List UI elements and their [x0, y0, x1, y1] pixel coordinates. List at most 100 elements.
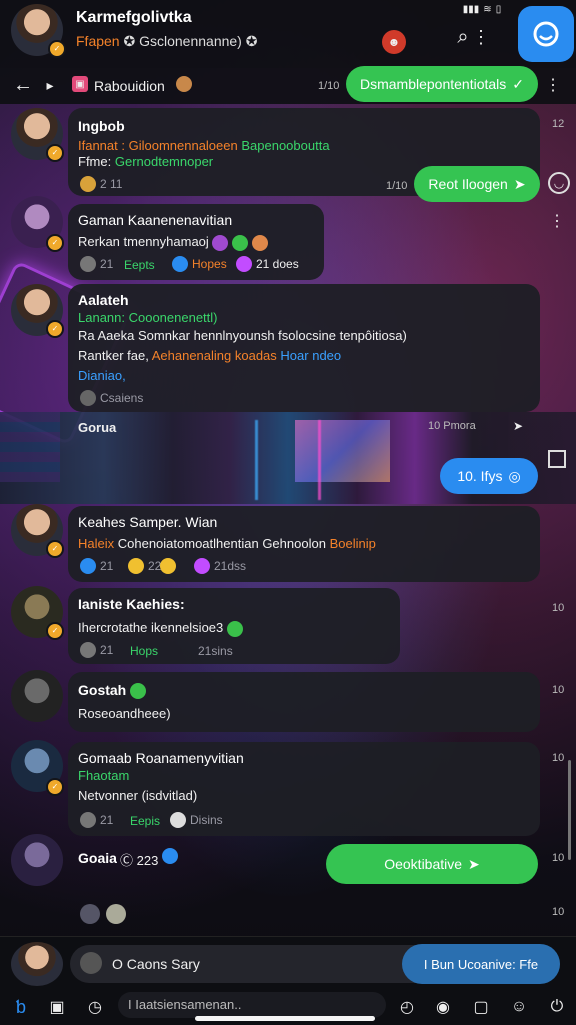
message-bubble[interactable]	[68, 672, 540, 732]
message-text: Dianiao,	[78, 368, 126, 383]
online-badge: ✓	[46, 320, 64, 338]
read-icon: ◎	[508, 467, 521, 484]
message-text: Ifannat : Giloomnennaloeen Bapenooboutta	[78, 138, 330, 153]
message-text: Ra Aaeka Somnkar hennlnyounsh fsolocsine…	[78, 328, 407, 343]
sender-name: Gostah	[78, 682, 147, 700]
power-icon[interactable]: ⏻	[546, 996, 568, 1018]
reaction-chip[interactable]	[160, 558, 180, 574]
sent-message[interactable]: 10. Ifys ◎	[440, 458, 538, 494]
calendar-icon[interactable]: ▣	[46, 996, 68, 1018]
message-text: Rerkan tmennyhamaoj	[78, 234, 268, 251]
send-button[interactable]: I Bun Ucoanive: Ffe	[402, 944, 560, 984]
emoji-icon[interactable]: ☺	[508, 996, 530, 1018]
reaction-chip[interactable]: 21	[80, 812, 113, 828]
sender-name: Gomaab Roanamenyvitian	[78, 750, 244, 766]
reaction-chip[interactable]: 21	[80, 558, 113, 574]
back-arrow-icon[interactable]: ←	[12, 74, 34, 96]
reaction-chip[interactable]: Eepis	[130, 814, 160, 828]
avatar-icon	[80, 952, 102, 974]
timestamp: 10	[552, 684, 565, 696]
more-icon[interactable]: ⋮	[545, 76, 561, 94]
online-badge: ✓	[46, 234, 64, 252]
avatar-icon	[176, 76, 192, 92]
reaction-chip[interactable]: 21	[80, 256, 113, 272]
check-icon: ✓	[512, 75, 525, 92]
online-badge: ✓	[46, 778, 64, 796]
message-text: Roseoandheee)	[78, 706, 171, 721]
reaction-chip[interactable]: Eepts	[124, 258, 155, 272]
sent-message[interactable]: Reot Iloogen ➤	[414, 166, 540, 202]
signal-icon: ▮▮▮	[462, 3, 480, 15]
reaction-chip[interactable]: Hops	[130, 644, 158, 658]
app-icon[interactable]: ƅ	[10, 996, 32, 1018]
reaction-chip[interactable]: 21dss	[194, 558, 246, 574]
record-icon[interactable]: ◉	[432, 996, 454, 1018]
online-badge: ✓	[48, 40, 66, 58]
send-icon: ➤	[513, 175, 526, 192]
more-icon[interactable]: ⋮	[549, 212, 565, 230]
forward-arrow-icon[interactable]: ▸	[42, 74, 58, 96]
sent-message[interactable]: Dsmamblepontentiotals ✓	[346, 66, 538, 102]
avatar[interactable]	[11, 834, 63, 886]
battery-icon: ▯	[495, 3, 502, 15]
message-text: Ffme: Gernodtemnoper	[78, 154, 214, 169]
search-field[interactable]: I Iaatsiensamenan..	[118, 992, 386, 1018]
sender-name: Ianiste Kaehies:	[78, 596, 185, 612]
timestamp: 1/10	[318, 80, 340, 92]
message-text: Haleix Cohenoiatomoatlhentian Gehnoolon …	[78, 536, 376, 551]
timestamp: 1/10	[386, 180, 408, 192]
sender-name: Keahes Samper. Wian	[78, 514, 218, 530]
timestamp: 10 Pmora	[428, 420, 476, 432]
sender-name: Aalateh	[78, 292, 129, 308]
compose-button[interactable]	[518, 6, 574, 62]
verified-icon	[162, 848, 178, 864]
emoji-icon[interactable]: ☻	[382, 30, 406, 54]
timer-icon[interactable]: ◷	[84, 996, 106, 1018]
reaction-chip[interactable]: 21sins	[198, 644, 233, 658]
reaction-chip[interactable]: 21	[80, 642, 113, 658]
sender-name: Gaman Kaanenenavitian	[78, 212, 233, 228]
avatar-icon	[106, 904, 126, 924]
neon-decoration	[255, 420, 321, 500]
sent-message[interactable]: Oeoktibative ➤	[326, 844, 538, 884]
message-text: Fhaotam	[78, 768, 130, 783]
reaction-chip[interactable]: Disins	[170, 812, 223, 828]
more-icon[interactable]: ⋮	[472, 24, 490, 50]
sender-name: Goaia	[78, 850, 117, 866]
message-text: Netvonner (isdvitlad)	[78, 788, 198, 803]
timestamp: 10	[552, 602, 565, 614]
reaction-chip[interactable]: Hopes	[172, 256, 227, 272]
online-badge: ✓	[46, 622, 64, 640]
sender-name: Ingbob	[78, 118, 125, 134]
reaction-chip[interactable]: 21 does	[236, 256, 299, 272]
home-indicator[interactable]	[195, 1016, 375, 1021]
message-text: Ihercrotathe ikennelsioe3	[78, 620, 243, 637]
avatar[interactable]	[11, 670, 63, 722]
thread-icon: ▣	[72, 76, 88, 92]
send-icon: ➤	[468, 855, 480, 872]
shield-icon[interactable]: ◡	[548, 172, 570, 194]
input-placeholder[interactable]: O Caons Sary	[112, 956, 200, 972]
timestamp: 10	[552, 906, 565, 918]
clock-icon[interactable]: ◴	[396, 996, 418, 1018]
online-badge: ✓	[46, 144, 64, 162]
message-text: Ⓒ 223	[120, 853, 159, 868]
chat-title[interactable]: Karmefgolivtka	[76, 9, 192, 27]
avatar[interactable]	[11, 942, 63, 986]
square-icon[interactable]	[548, 450, 566, 468]
scrollbar[interactable]	[568, 760, 571, 860]
timestamp: 12	[552, 118, 565, 130]
sticker-icon[interactable]: ▢	[470, 996, 492, 1018]
message-text: Lanann: Cooonenenettl)	[78, 310, 218, 325]
timestamp: 10	[552, 852, 565, 864]
reaction-chip[interactable]: 2 11	[80, 176, 122, 192]
thread-label[interactable]: Rabouidion	[94, 78, 165, 94]
reaction-chip[interactable]: Csaiens	[80, 390, 143, 406]
compose-icon	[533, 21, 559, 47]
timestamp: 10	[552, 752, 565, 764]
avatar-icon	[80, 904, 100, 924]
wifi-icon: ≋	[483, 3, 492, 15]
chat-subtitle: Ffapen ✪ Gsclonennanne) ✪	[76, 33, 258, 49]
reaction-chip[interactable]: 22	[128, 558, 161, 574]
sender-name: Gorua	[78, 420, 117, 435]
